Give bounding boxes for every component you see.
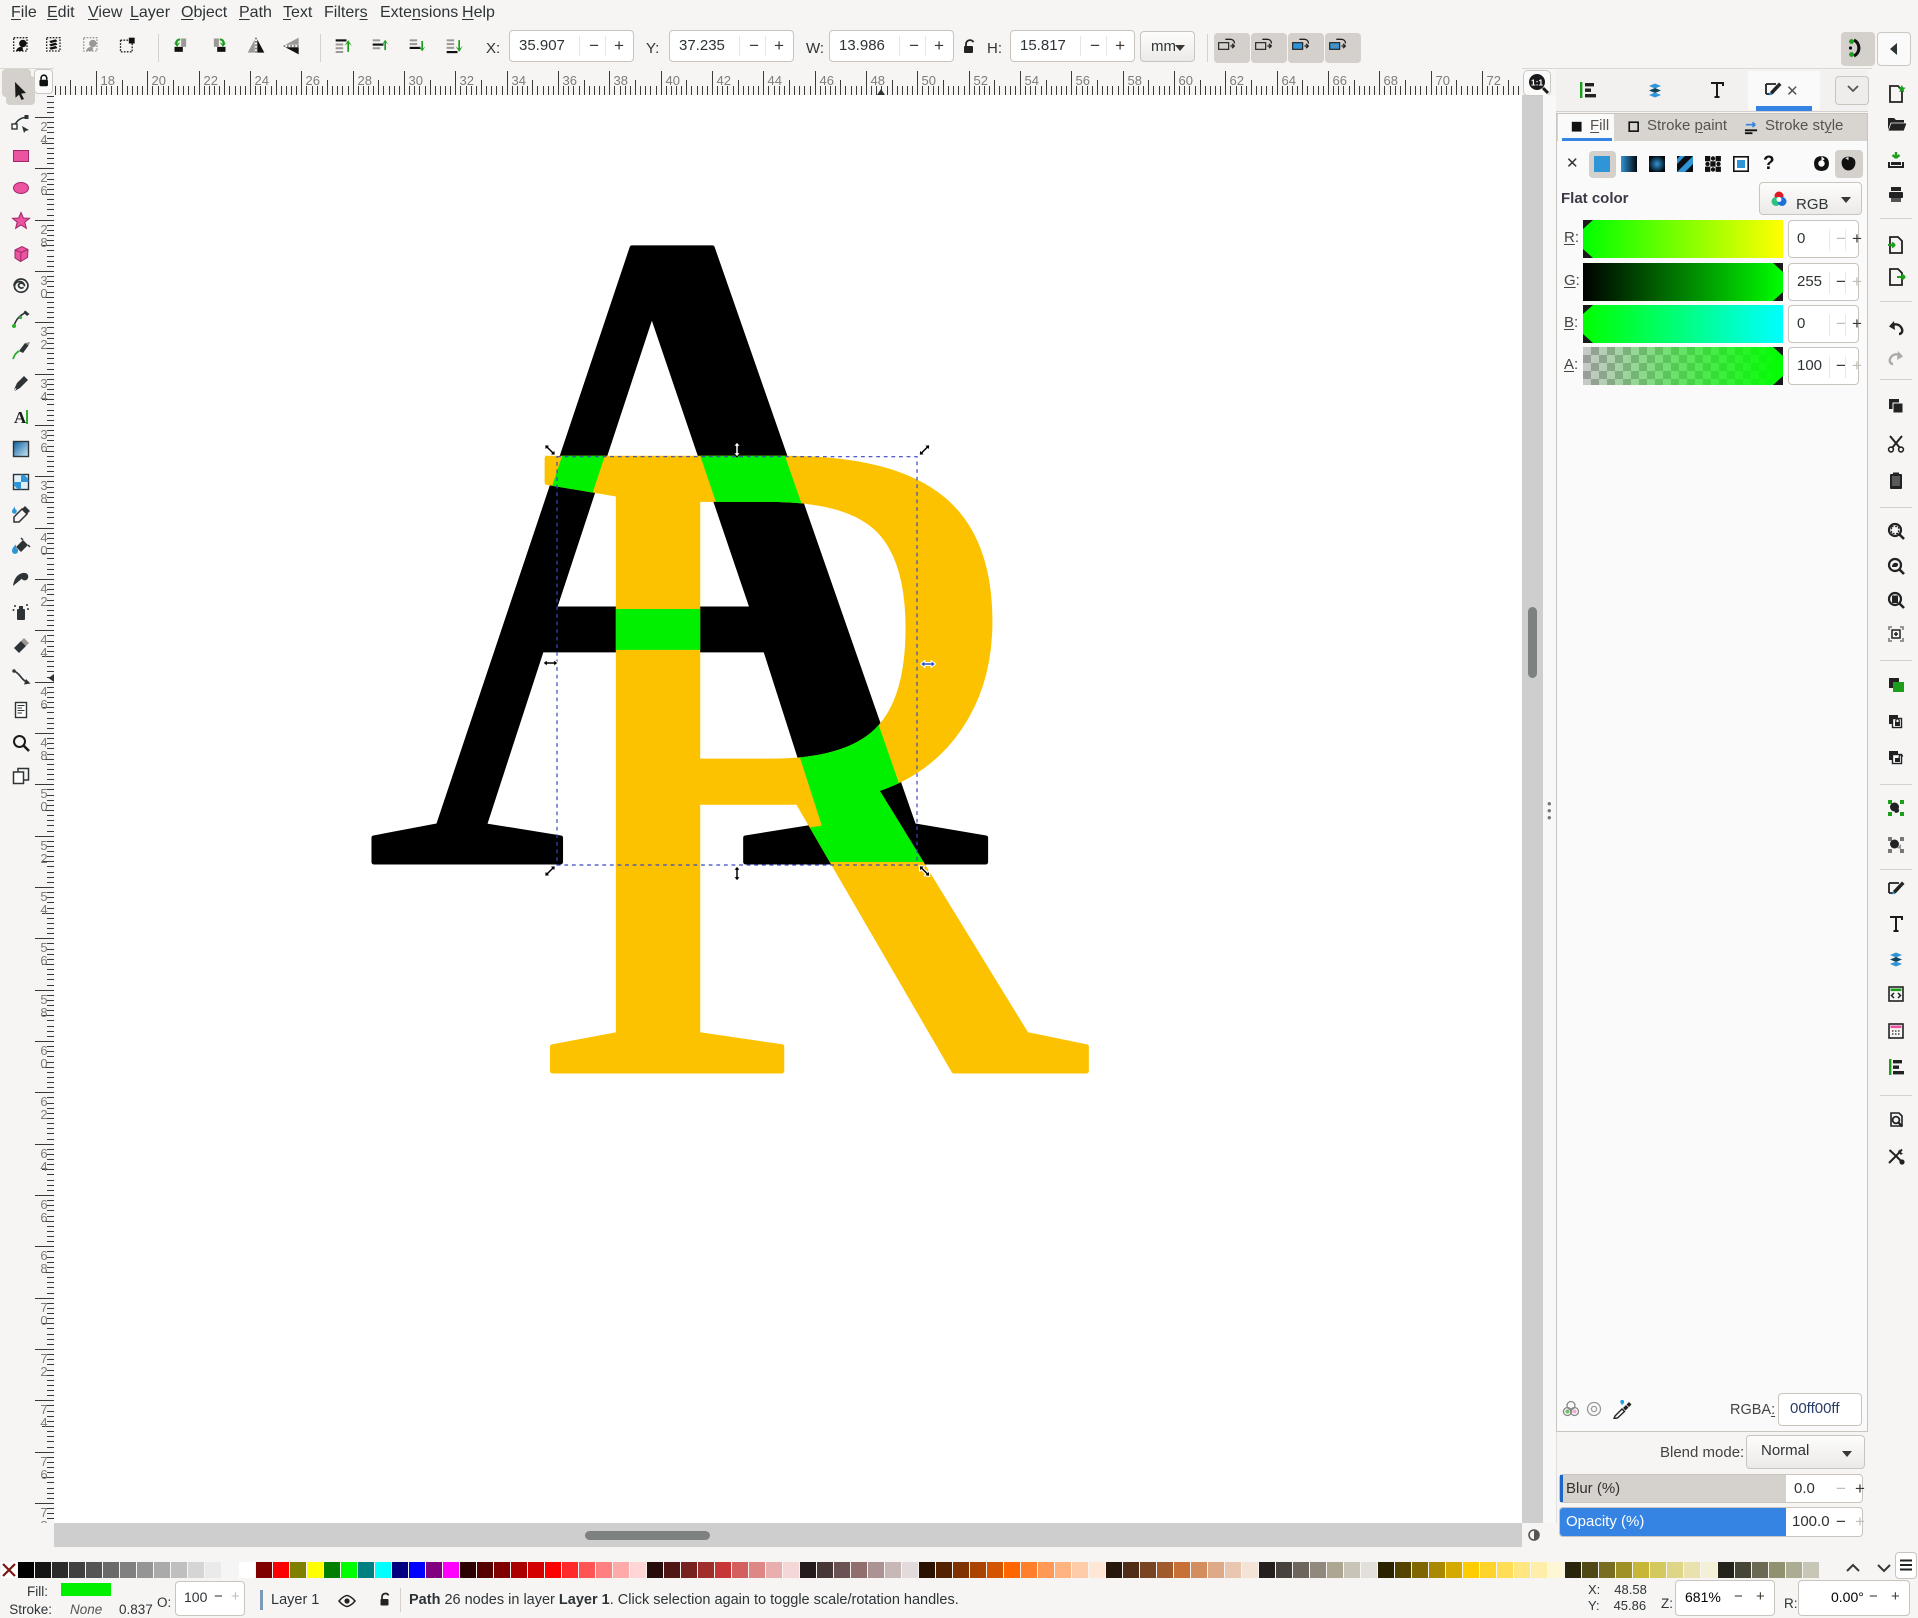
svg-text:28: 28 [358, 73, 372, 88]
svg-text:40: 40 [666, 73, 680, 88]
svg-text:0: 0 [40, 543, 47, 558]
svg-text:66: 66 [1333, 73, 1347, 88]
svg-text:34: 34 [512, 73, 526, 88]
svg-text:62: 62 [1230, 73, 1244, 88]
svg-text:6: 6 [40, 440, 47, 455]
svg-text:58: 58 [1128, 73, 1142, 88]
svg-text:24: 24 [255, 73, 269, 88]
svg-text:44: 44 [768, 73, 782, 88]
svg-text:8: 8 [40, 1261, 47, 1276]
svg-text:8: 8 [40, 748, 47, 763]
svg-text:72: 72 [1487, 73, 1501, 88]
svg-text:56: 56 [1076, 73, 1090, 88]
svg-text:8: 8 [40, 491, 47, 506]
svg-text:0: 0 [40, 799, 47, 814]
svg-text:6: 6 [40, 1467, 47, 1482]
svg-text:4: 4 [40, 1415, 47, 1430]
svg-text:46: 46 [820, 73, 834, 88]
svg-text:1:1: 1:1 [1531, 78, 1544, 88]
svg-text:48: 48 [871, 73, 885, 88]
svg-text:26: 26 [306, 73, 320, 88]
svg-text:2: 2 [40, 851, 47, 866]
svg-text:18: 18 [101, 73, 115, 88]
svg-text:6: 6 [40, 953, 47, 968]
svg-text:0: 0 [40, 286, 47, 301]
svg-text:68: 68 [1384, 73, 1398, 88]
svg-text:8: 8 [40, 1518, 47, 1523]
svg-text:0: 0 [40, 1056, 47, 1071]
svg-text:4: 4 [40, 1159, 47, 1174]
svg-text:60: 60 [1179, 73, 1193, 88]
svg-text:2: 2 [40, 337, 47, 352]
svg-text:70: 70 [1436, 73, 1450, 88]
svg-text:6: 6 [40, 1210, 47, 1225]
svg-text:32: 32 [460, 73, 474, 88]
svg-text:38: 38 [614, 73, 628, 88]
svg-text:64: 64 [1282, 73, 1296, 88]
svg-text:22: 22 [204, 73, 218, 88]
svg-text:30: 30 [409, 73, 423, 88]
svg-text:20: 20 [152, 73, 166, 88]
svg-text:42: 42 [717, 73, 731, 88]
svg-text:4: 4 [40, 902, 47, 917]
svg-text:2: 2 [40, 594, 47, 609]
svg-text:36: 36 [563, 73, 577, 88]
svg-text:52: 52 [974, 73, 988, 88]
svg-text:8: 8 [40, 235, 47, 250]
svg-text:2: 2 [40, 1364, 47, 1379]
svg-text:A: A [14, 408, 27, 427]
svg-text:54: 54 [1025, 73, 1039, 88]
svg-text:6: 6 [40, 697, 47, 712]
svg-text:50: 50 [922, 73, 936, 88]
svg-text:4: 4 [40, 389, 47, 404]
svg-text:8: 8 [40, 1005, 47, 1020]
svg-text:4: 4 [40, 132, 47, 147]
svg-text:0: 0 [40, 1313, 47, 1328]
svg-text:4: 4 [40, 645, 47, 660]
svg-text:2: 2 [40, 1107, 47, 1122]
svg-text:6: 6 [40, 183, 47, 198]
